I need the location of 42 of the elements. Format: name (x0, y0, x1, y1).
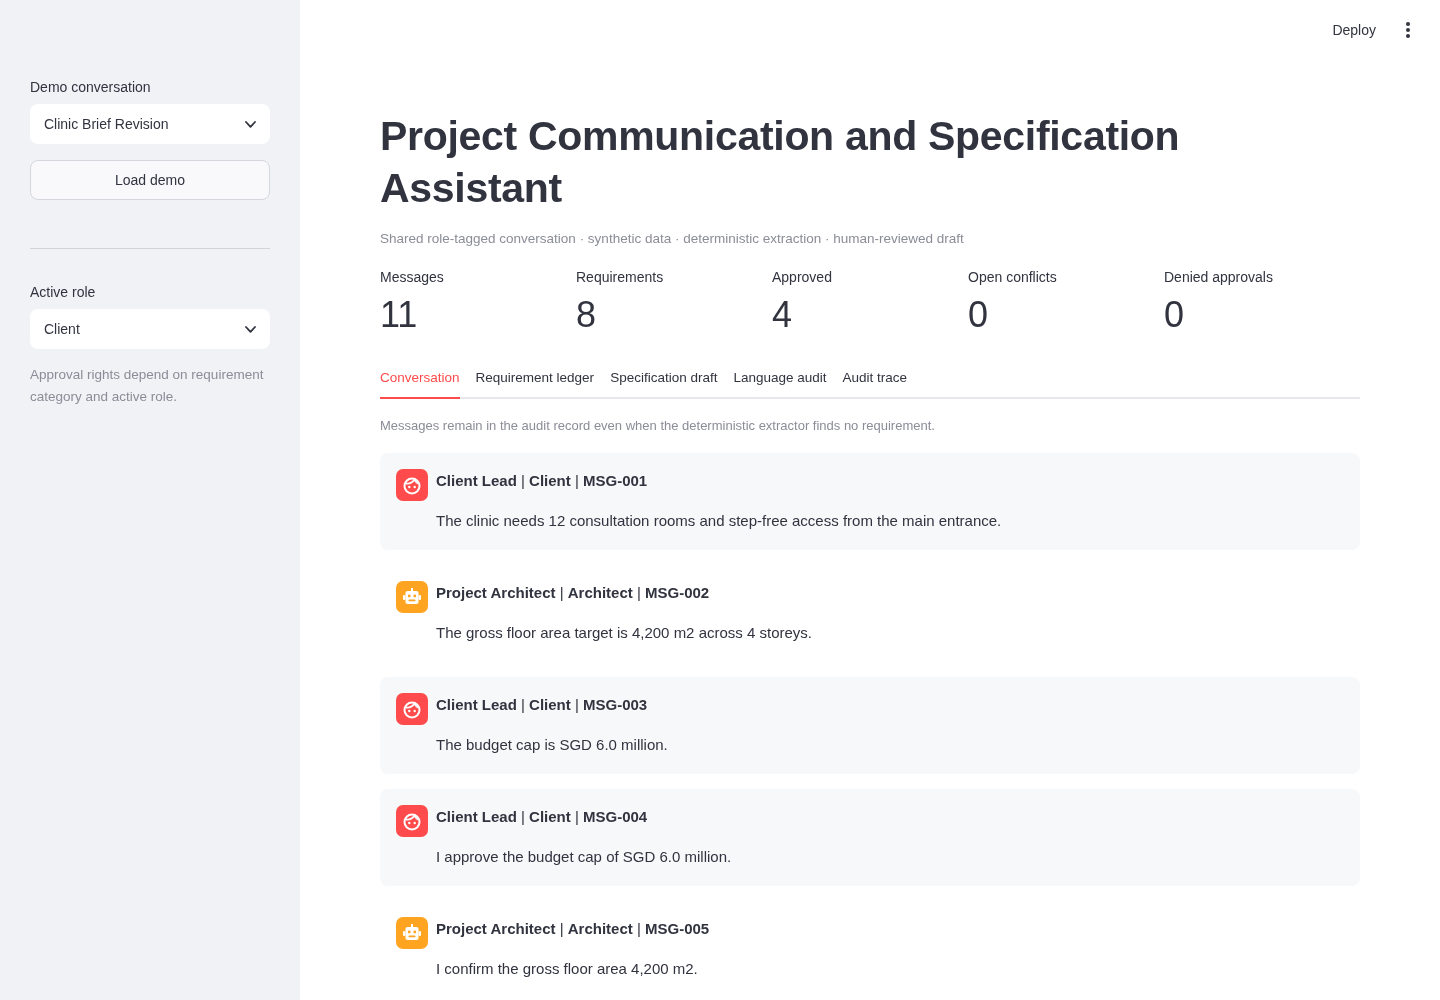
metric-label: Approved (772, 268, 832, 287)
page-subtitle: Shared role-tagged conversation · synthetic data · deterministic extraction · human-reviewed draft (380, 230, 965, 248)
metric-label: Requirements (576, 268, 664, 287)
message-header: Client Lead | Client | MSG-004 (436, 807, 649, 827)
tab[interactable]: Requirement ledger (475, 357, 595, 399)
message-header: Client Lead | Client | MSG-001 (436, 471, 649, 491)
metric-value: 0 (968, 293, 989, 337)
message-text: The gross floor area target is 4,200 m2 across 4 storeys. (436, 623, 812, 643)
face-avatar-icon (396, 469, 428, 501)
metric-label: Denied approvals (1164, 268, 1273, 287)
role-select[interactable]: Client (30, 309, 270, 349)
metric-label: Messages (380, 268, 444, 287)
message-text: The budget cap is SGD 6.0 million. (436, 735, 668, 755)
page-title: Project Communication and Specification Assistant (380, 112, 1181, 213)
load-demo-button[interactable]: Load demo (30, 160, 270, 200)
face-avatar-icon (396, 805, 428, 837)
tab[interactable]: Audit trace (842, 357, 908, 399)
message-header: Project Architect | Architect | MSG-005 (436, 919, 710, 939)
message-header: Project Architect | Architect | MSG-002 (436, 583, 711, 603)
tab[interactable]: Specification draft (610, 357, 718, 399)
message-text: The clinic needs 12 consultation rooms and step-free access from the main entrance. (436, 511, 1002, 531)
robot-avatar-icon (396, 917, 428, 949)
field-label: Active role (30, 283, 97, 302)
metric-value: 8 (576, 293, 597, 337)
sidebar-caption: Approval rights depend on requirement category and active role. (30, 366, 265, 406)
robot-avatar-icon (396, 581, 428, 613)
message-text: I approve the budget cap of SGD 6.0 million. (436, 847, 732, 867)
metric-value: 11 (380, 293, 418, 337)
metric-value: 4 (772, 293, 793, 337)
face-avatar-icon (396, 693, 428, 725)
metric-value: 0 (1164, 293, 1185, 337)
chevron-down-icon (245, 120, 256, 128)
tab[interactable]: Language audit (733, 357, 827, 399)
deploy-button[interactable]: Deploy (1326, 18, 1382, 42)
message-header: Client Lead | Client | MSG-003 (436, 695, 649, 715)
more-vertical-icon (1406, 22, 1410, 38)
field-label: Demo conversation (30, 78, 152, 97)
metric-label: Open conflicts (968, 268, 1057, 287)
message-text: I confirm the gross floor area 4,200 m2. (436, 959, 699, 979)
tab-caption: Messages remain in the audit record even when the deterministic extractor finds no requirement. (380, 417, 936, 435)
conversation-select[interactable]: Clinic Brief Revision (30, 104, 270, 144)
chevron-down-icon (245, 325, 256, 333)
